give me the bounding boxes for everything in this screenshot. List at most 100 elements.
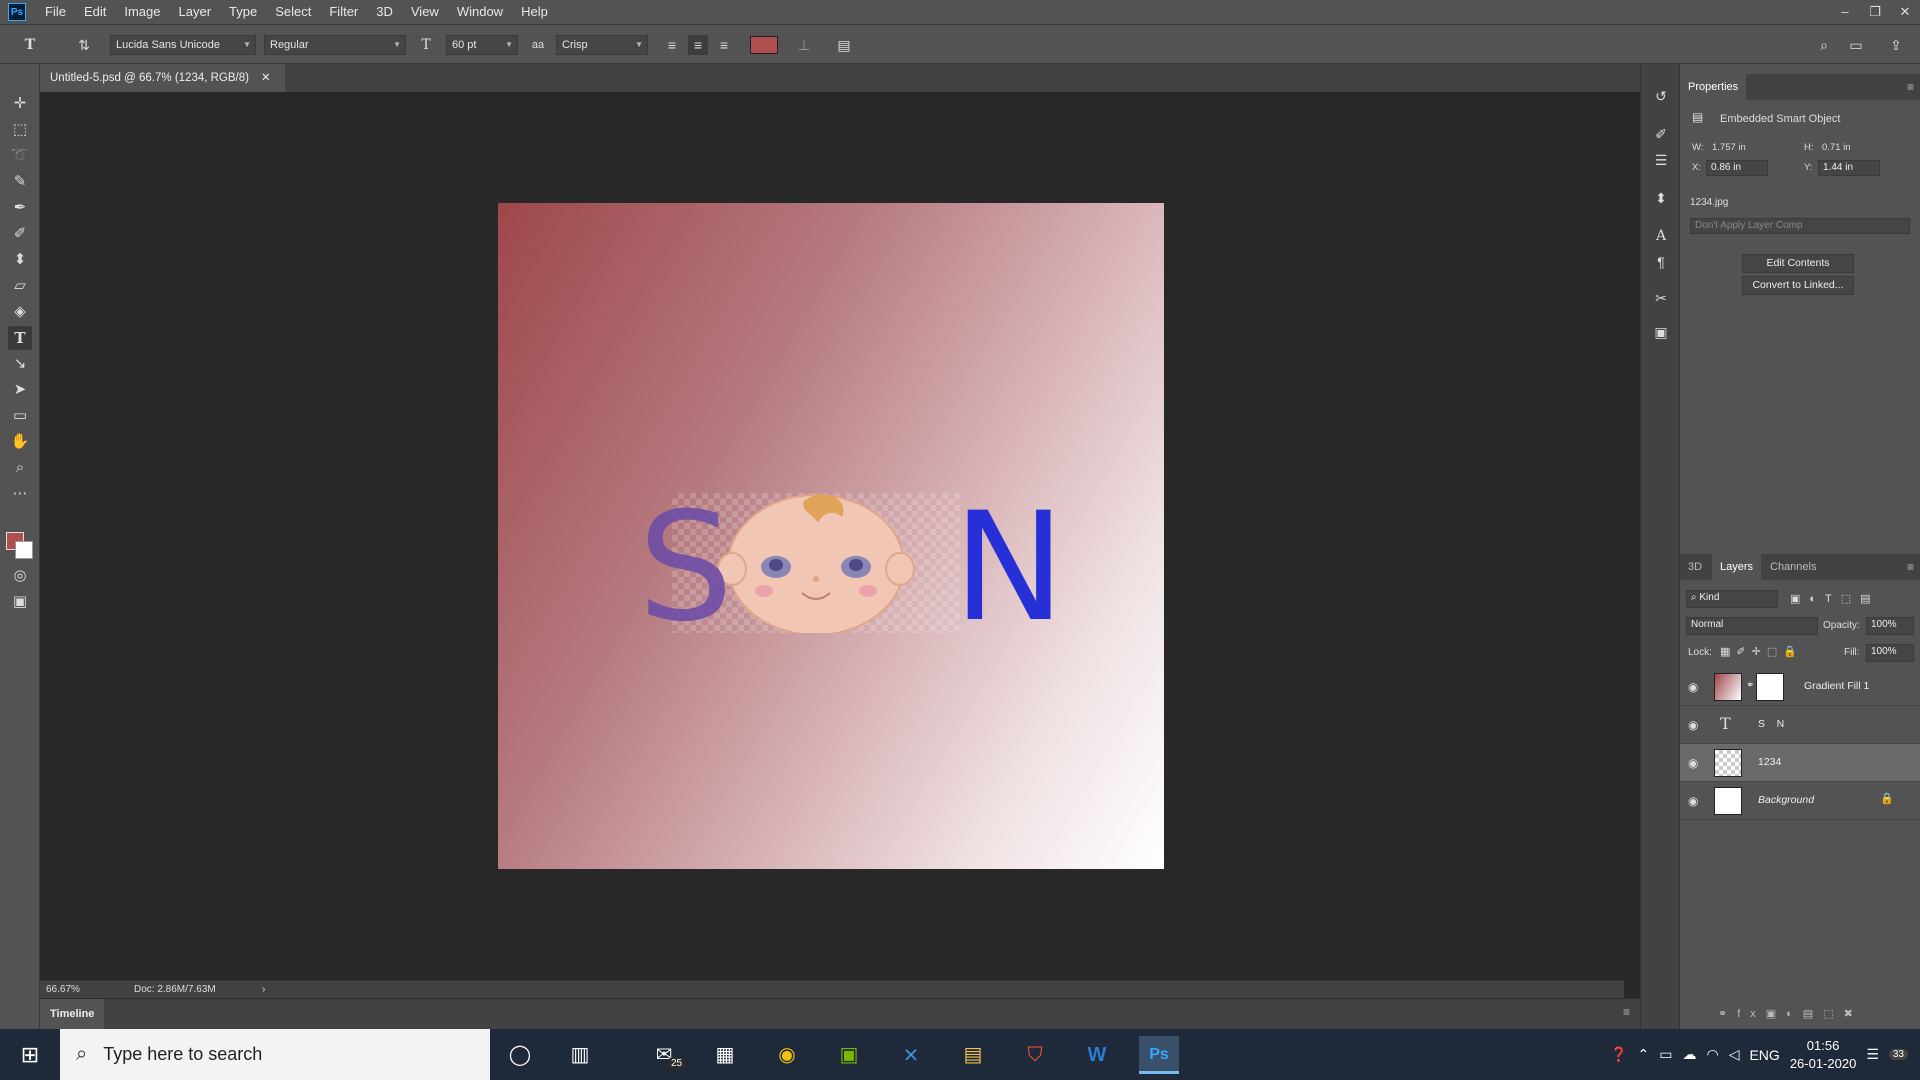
menu-image[interactable]: Image [115,0,169,24]
menu-help[interactable]: Help [512,0,557,24]
mask-thumbnail[interactable] [1756,673,1784,701]
panel-menu-icon[interactable]: ≡ [1623,1005,1630,1019]
cortana-icon[interactable]: ◯ [500,1036,540,1074]
file-explorer-icon[interactable]: ▤ [953,1036,993,1074]
search-icon[interactable]: ⌕ [1814,35,1834,55]
layer-row[interactable]: ◉ ⚭ Gradient Fill 1 [1680,668,1920,706]
font-style-select[interactable]: Regular ▼ [264,35,406,55]
character-panel-icon[interactable]: A [1649,224,1673,248]
menu-select[interactable]: Select [266,0,320,24]
antialias-select[interactable]: Crisp ▼ [556,35,648,55]
taskbar-search-box[interactable]: ⌕ Type here to search [60,1029,490,1080]
store-icon[interactable]: ▦ [705,1036,745,1074]
text-color-swatch[interactable] [750,36,778,54]
layer-name[interactable]: Gradient Fill 1 [1804,680,1869,692]
visibility-eye-icon[interactable]: ◉ [1688,794,1698,808]
windows-start-icon[interactable]: ⊞ [0,1029,60,1080]
convert-to-linked-button[interactable]: Convert to Linked... [1742,276,1854,295]
tab-channels[interactable]: Channels [1762,554,1824,580]
document-canvas[interactable]: S N [498,203,1164,869]
font-size-select[interactable]: 60 pt ▼ [446,35,518,55]
notification-center-icon[interactable]: ☰ [1866,1046,1879,1063]
wifi-icon[interactable]: ◠ [1706,1046,1718,1063]
layer-row[interactable]: ◉ 1234 [1680,744,1920,782]
volume-icon[interactable]: ◁ [1729,1046,1740,1063]
text-letter-n[interactable]: N [953,493,1065,643]
text-orientation-icon[interactable]: ⇅ [74,35,94,55]
visibility-eye-icon[interactable]: ◉ [1688,718,1698,732]
link-icon[interactable]: ⚭ [1746,680,1754,691]
menu-edit[interactable]: Edit [75,0,115,24]
nvidia-icon[interactable]: ▣ [829,1036,869,1074]
direct-select-tool-icon[interactable]: ➤ [8,378,32,402]
close-icon[interactable]: ✕ [1890,0,1920,24]
width-value[interactable]: 1.757 in [1712,142,1746,153]
lock-icons[interactable]: ▦✐✛⬚🔒 [1720,645,1803,658]
visibility-eye-icon[interactable]: ◉ [1688,680,1698,694]
status-menu-arrow-icon[interactable]: › [262,981,265,998]
character-panel-icon[interactable]: ▤ [834,35,854,55]
share-icon[interactable]: ⇪ [1886,35,1906,55]
clock[interactable]: 01:56 26-01-2020 [1790,1037,1857,1073]
brush-tool-icon[interactable]: ✐ [8,222,32,246]
opacity-input[interactable]: 100% [1866,617,1914,635]
menu-window[interactable]: Window [448,0,512,24]
language-indicator[interactable]: ENG [1749,1047,1779,1063]
move-tool-icon[interactable]: ✛ [8,92,32,116]
background-color-swatch[interactable] [15,541,33,559]
paint-bucket-tool-icon[interactable]: ◈ [8,300,32,324]
close-tab-icon[interactable]: ✕ [261,64,271,92]
path-select-tool-icon[interactable]: ↘ [8,352,32,376]
zoom-tool-icon[interactable]: ⌕ [8,456,32,480]
height-value[interactable]: 0.71 in [1822,142,1851,153]
font-family-select[interactable]: Lucida Sans Unicode ▼ [110,35,256,55]
text-letter-s[interactable]: S [638,493,733,643]
quick-select-tool-icon[interactable]: ✎ [8,170,32,194]
word-icon[interactable]: W [1077,1036,1117,1074]
paragraph-panel-icon[interactable]: ¶ [1649,250,1673,274]
layer-name[interactable]: Background [1758,794,1814,806]
workspace-icon[interactable]: ▭ [1846,35,1866,55]
fill-input[interactable]: 100% [1866,644,1914,662]
menu-type[interactable]: Type [220,0,266,24]
tool-presets-panel-icon[interactable]: ✂ [1649,286,1673,310]
visibility-eye-icon[interactable]: ◉ [1688,756,1698,770]
menu-filter[interactable]: Filter [320,0,367,24]
show-hidden-icons-icon[interactable]: ⌃ [1638,1046,1650,1063]
more-tools-icon[interactable]: ⋯ [8,482,32,506]
properties-menu-icon[interactable]: ≡ [1907,80,1914,94]
layer-filter-icons[interactable]: ▣◐T⬚▤ [1790,592,1880,605]
layer-row[interactable]: ◉ Background 🔒 [1680,782,1920,820]
onedrive-icon[interactable]: ☁ [1682,1046,1696,1063]
brushes-panel-icon[interactable]: ✐ [1649,122,1673,146]
restore-icon[interactable]: ❐ [1860,0,1890,24]
task-view-icon[interactable]: ▥ [560,1036,600,1074]
blend-mode-select[interactable]: Normal [1686,617,1818,635]
layer-row[interactable]: ◉ T S N [1680,706,1920,744]
lasso-tool-icon[interactable]: ➰ [8,144,32,168]
layers-menu-icon[interactable]: ≡ [1907,560,1914,574]
document-tab[interactable]: Untitled-5.psd @ 66.7% (1234, RGB/8) ✕ [40,64,285,92]
x-input[interactable]: 0.86 in [1706,160,1768,176]
photoshop-taskbar-icon[interactable]: Ps [1139,1036,1179,1074]
align-left-icon[interactable]: ≡ [662,35,682,55]
tab-3d[interactable]: 3D [1680,554,1710,580]
warp-text-icon[interactable]: ⊥ [794,35,814,55]
timeline-tab[interactable]: Timeline [40,999,105,1029]
type-tool-icon[interactable]: T [8,326,32,350]
canvas-area[interactable]: S N [40,92,1624,980]
eyedropper-tool-icon[interactable]: ✒ [8,196,32,220]
screen-mode-icon[interactable]: ▣ [8,590,32,614]
stamp-tool-icon[interactable]: ⬍ [8,248,32,272]
help-icon[interactable]: ❓ [1610,1046,1627,1063]
marquee-tool-icon[interactable]: ⬚ [8,118,32,142]
layer-comp-select[interactable]: Don't Apply Layer Comp [1690,218,1910,234]
layer-name[interactable]: S N [1758,718,1784,730]
menu-layer[interactable]: Layer [170,0,221,24]
zoom-level[interactable]: 66.67% [46,981,80,998]
chrome-icon[interactable]: ◉ [767,1036,807,1074]
tab-layers[interactable]: Layers [1712,554,1762,580]
eraser-tool-icon[interactable]: ▱ [8,274,32,298]
clone-source-panel-icon[interactable]: ⬍ [1649,186,1673,210]
menu-view[interactable]: View [402,0,448,24]
